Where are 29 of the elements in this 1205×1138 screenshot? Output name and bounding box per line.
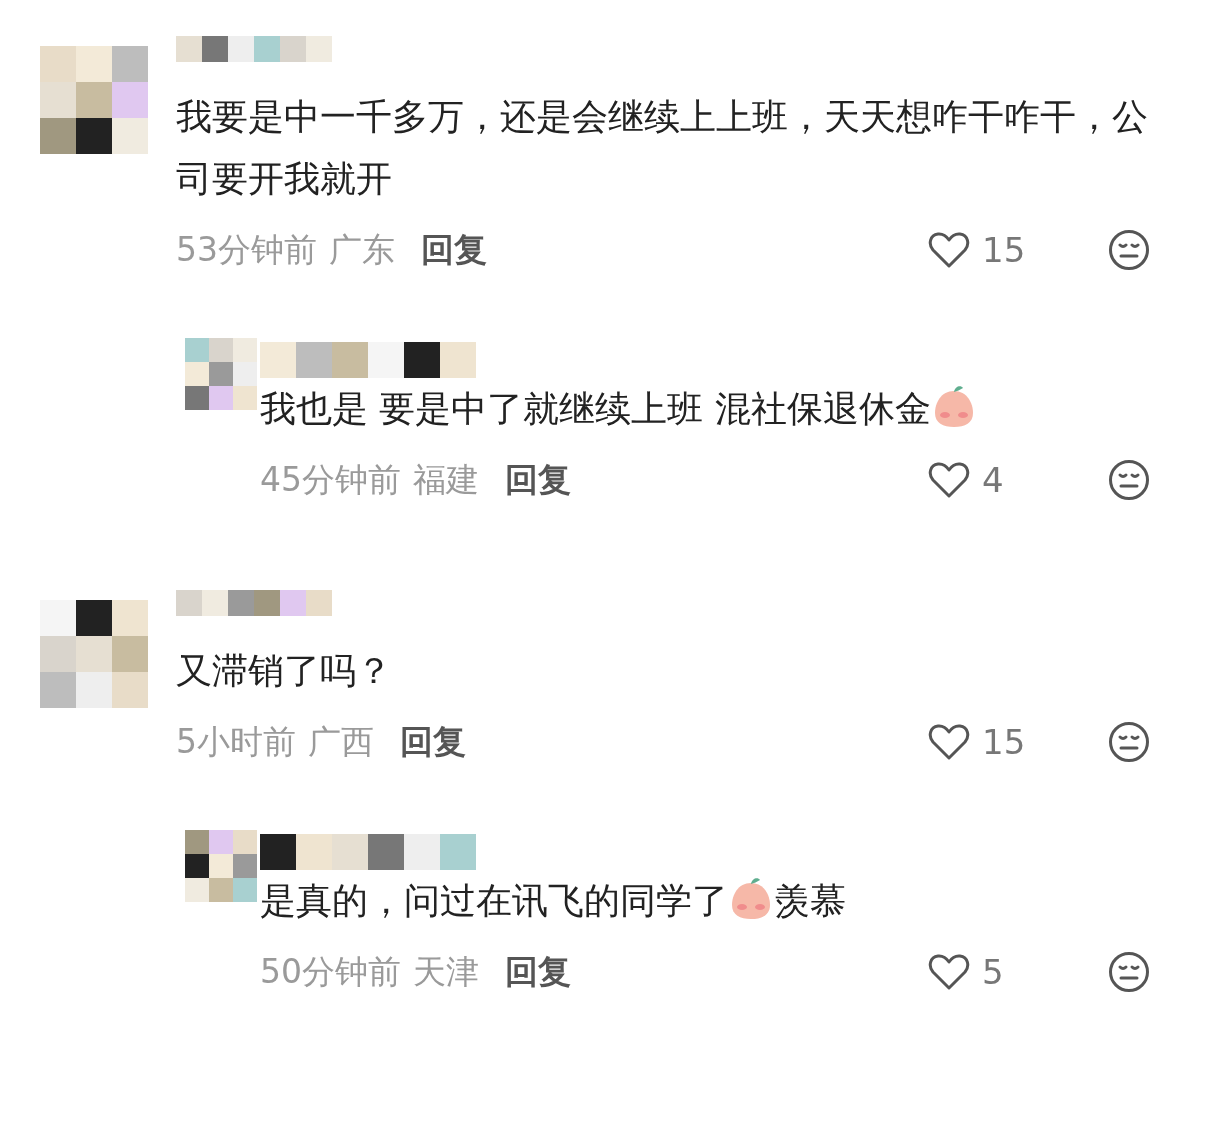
like-button[interactable]: 15 xyxy=(928,722,1058,762)
dislike-face-icon[interactable] xyxy=(1108,229,1150,271)
comment-time: 50分钟前 xyxy=(260,950,401,993)
comment-location: 福建 xyxy=(413,458,479,501)
comment-location: 广东 xyxy=(329,228,395,271)
comment-text: 我也是 要是中了就继续上班 混社保退休金 xyxy=(260,388,931,429)
heart-icon xyxy=(928,230,970,270)
dislike-face-icon[interactable] xyxy=(1108,459,1150,501)
heart-icon xyxy=(928,460,970,500)
comment-time: 5小时前 xyxy=(176,720,296,763)
comment-text: 是真的，问过在讯飞的同学了 xyxy=(260,880,728,921)
dislike-face-icon[interactable] xyxy=(1108,951,1150,993)
comment-time: 53分钟前 xyxy=(176,228,317,271)
comment-location: 天津 xyxy=(413,950,479,993)
reply-link[interactable]: 回复 xyxy=(505,949,571,995)
like-button[interactable]: 4 xyxy=(928,460,1058,500)
reply-link[interactable]: 回复 xyxy=(400,719,466,765)
comment-text: 又滞销了吗？ xyxy=(176,650,392,691)
reply-link[interactable]: 回复 xyxy=(505,457,571,503)
comment-location: 广西 xyxy=(308,720,374,763)
like-button[interactable]: 15 xyxy=(928,230,1058,270)
heart-icon xyxy=(928,952,970,992)
comment-text: 我要是中一千多万，还是会继续上上班，天天想咋干咋干，公司要开我就开 xyxy=(176,96,1148,199)
dislike-face-icon[interactable] xyxy=(1108,721,1150,763)
heart-icon xyxy=(928,722,970,762)
comment-text: 羡慕 xyxy=(774,880,846,921)
comment-time: 45分钟前 xyxy=(260,458,401,501)
reply-link[interactable]: 回复 xyxy=(421,227,487,273)
like-button[interactable]: 5 xyxy=(928,952,1058,992)
